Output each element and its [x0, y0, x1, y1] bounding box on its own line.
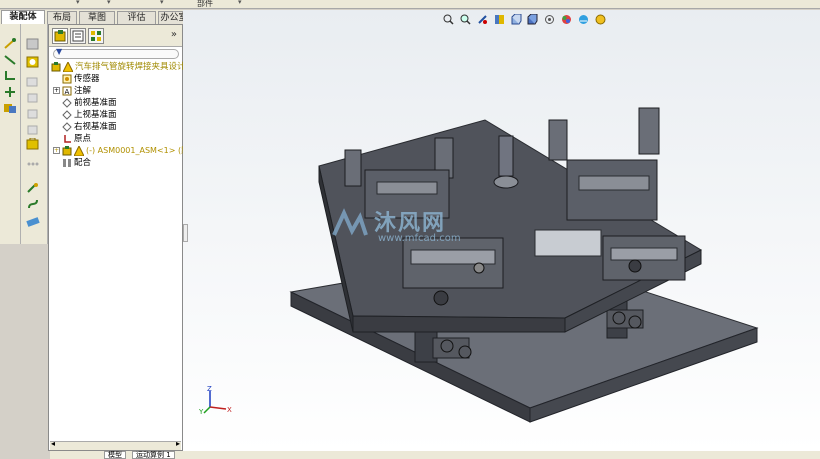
feature-tree-tab[interactable]: [52, 28, 68, 44]
tree-item-label: 上视基准面: [74, 110, 117, 120]
filter-input[interactable]: ▼: [53, 47, 179, 59]
assembly-icon: [51, 61, 61, 71]
tree-item-label: (-) ASM0001_ASM<1> (默认: [86, 146, 198, 155]
tab-sketch[interactable]: 草图: [79, 11, 115, 24]
tree-item-front-plane[interactable]: 前视基准面: [62, 97, 117, 109]
dropdown-arrow-icon[interactable]: ▾: [160, 0, 164, 6]
svg-text:A: A: [65, 88, 70, 96]
tab-assembly[interactable]: 装配体: [1, 10, 45, 24]
scroll-left-icon[interactable]: ◂: [51, 439, 55, 448]
tree-item-mates[interactable]: 配合: [62, 157, 91, 169]
assembly-toolbar: [21, 24, 48, 244]
annotation-icon: A: [62, 86, 72, 96]
smart-fasteners-icon: [27, 93, 38, 103]
tab-motion-study[interactable]: 运动算例 1: [132, 451, 175, 459]
watermark-url: www.mfcad.com: [378, 233, 461, 244]
top-toolbar-strip: ▾ ▾ ▾ 部件 ▾: [0, 0, 820, 9]
show-hidden-icon: [27, 125, 38, 135]
dropdown-arrow-icon[interactable]: ▾: [76, 0, 80, 6]
tab-model[interactable]: 模型: [104, 451, 126, 459]
document-label: 部件: [197, 0, 213, 8]
tree-item-label: 配合: [74, 158, 92, 168]
reference-geometry-icon[interactable]: [3, 102, 17, 114]
tree-item-origin[interactable]: 原点: [62, 133, 91, 145]
configuration-manager-icon: [91, 31, 101, 41]
bottom-tabs: 模型 运动算例 1: [50, 451, 820, 459]
reference-geometry-dots-icon: [27, 162, 39, 166]
plane-icon: [62, 109, 72, 120]
tree-item-annotations[interactable]: + A 注解: [53, 85, 91, 97]
dropdown-arrow-icon[interactable]: ▾: [238, 0, 242, 6]
filter-icon: ▼: [56, 47, 63, 56]
feature-manager-tabs: »: [49, 25, 182, 47]
warning-icon: [74, 145, 84, 156]
left-toolbar: [0, 24, 21, 244]
tree-root-assembly[interactable]: 汽车排气管旋转焊接夹具设计: [51, 61, 186, 73]
move-component-icon: [27, 109, 38, 119]
new-motion-study-icon[interactable]: [26, 182, 40, 194]
property-manager-icon: [72, 30, 84, 42]
tree-item-label: 前视基准面: [74, 98, 117, 108]
assembly-features-icon[interactable]: [26, 138, 40, 150]
triad-y-label: Y: [198, 408, 204, 415]
feature-tree-icon: [54, 30, 66, 42]
horizontal-scrollbar[interactable]: ◂ ▸: [50, 439, 181, 450]
collapse-button[interactable]: »: [171, 29, 177, 40]
configuration-manager-tab[interactable]: [88, 28, 104, 44]
exploded-view-icon[interactable]: [26, 198, 40, 210]
watermark: 沐风网 www.mfcad.com: [330, 205, 490, 252]
tree-item-label: 右视基准面: [74, 122, 117, 132]
property-manager-tab[interactable]: [70, 28, 86, 44]
tree-item-sensors[interactable]: 传感器: [62, 73, 100, 85]
triad-z-label: Z: [207, 385, 212, 393]
tree-item-right-plane[interactable]: 右视基准面: [62, 121, 117, 133]
mates-icon: [63, 158, 71, 167]
tree-root-label: 汽车排气管旋转焊接夹具设计: [75, 62, 186, 72]
insert-component-icon[interactable]: [26, 38, 40, 50]
component-icon: [62, 145, 72, 155]
origin-icon: [64, 134, 71, 143]
plane-icon: [62, 97, 72, 108]
tree-item-top-plane[interactable]: 上视基准面: [62, 109, 117, 121]
tab-layout[interactable]: 布局: [47, 11, 77, 24]
point-icon[interactable]: [3, 86, 17, 98]
tree-item-label: 原点: [74, 134, 92, 144]
sensor-icon: [62, 74, 72, 83]
axis-icon[interactable]: [3, 70, 17, 82]
tree-item-component[interactable]: + (-) ASM0001_ASM<1> (默认: [53, 145, 197, 157]
line-icon[interactable]: [3, 54, 17, 66]
warning-icon: [63, 61, 73, 72]
coordinate-triad: Z X Y: [198, 385, 232, 415]
triad-x-label: X: [227, 406, 232, 414]
dropdown-arrow-icon[interactable]: ▾: [107, 0, 111, 6]
scroll-right-icon[interactable]: ▸: [176, 439, 180, 448]
linear-pattern-icon: [26, 77, 38, 87]
mate-icon[interactable]: [26, 56, 40, 68]
instant3d-icon[interactable]: [26, 216, 40, 228]
expand-icon[interactable]: +: [53, 147, 60, 154]
tree-item-label: 注解: [74, 86, 92, 96]
tree-item-label: 传感器: [74, 74, 100, 84]
tab-evaluate[interactable]: 评估: [117, 11, 156, 24]
feature-manager-panel: » ▼ 汽车排气管旋转焊接夹具设计 传感器 + A 注解 前视基准面 上视基准面 右…: [48, 24, 197, 451]
plane-icon: [62, 121, 72, 132]
fixture-3d-model[interactable]: [183, 10, 820, 451]
smart-dimension-icon[interactable]: [3, 38, 17, 50]
expand-icon[interactable]: +: [53, 87, 60, 94]
